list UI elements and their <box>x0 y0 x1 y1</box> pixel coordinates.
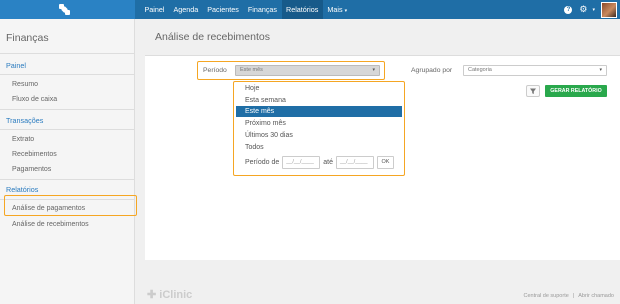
ok-button[interactable]: OK <box>376 155 394 169</box>
divider <box>0 179 135 180</box>
chevron-down-icon: ▾ <box>599 67 602 73</box>
chevron-down-icon: ▾ <box>344 8 348 14</box>
nav-financas[interactable]: Finanças <box>243 0 281 19</box>
main-nav: Painel Agenda Pacientes Finanças Relatór… <box>140 0 352 19</box>
settings-chevron-icon[interactable]: ▾ <box>592 7 595 13</box>
divider <box>0 53 135 54</box>
top-navbar: Painel Agenda Pacientes Finanças Relatór… <box>0 0 620 19</box>
sidebar-title: Finanças <box>6 32 49 44</box>
dropdown-option-este-mes[interactable]: Este mês <box>236 106 402 117</box>
sidebar-item-pagamentos[interactable]: Pagamentos <box>12 166 51 173</box>
agrupado-label: Agrupado por <box>411 67 453 74</box>
avatar[interactable] <box>601 1 617 18</box>
logo-icon <box>59 4 70 15</box>
agrupado-select[interactable]: Categoria ▾ <box>463 65 607 76</box>
page-title: Análise de recebimentos <box>155 31 270 43</box>
date-from-input[interactable]: __/__/____ <box>282 155 321 169</box>
sidebar-section-transacoes[interactable]: Transações <box>6 116 43 125</box>
support-link[interactable]: Central de suporte <box>524 293 569 299</box>
dropdown-option-ultimos-30-dias[interactable]: Últimos 30 dias <box>236 130 402 141</box>
sidebar-item-resumo[interactable]: Resumo <box>12 81 38 88</box>
divider <box>0 74 135 75</box>
periodo-select-value: Este mês <box>240 67 263 73</box>
date-range-row: Período de __/__/____ até __/__/____ OK <box>245 155 394 169</box>
sidebar: Finanças Painel Resumo Fluxo de caixa Tr… <box>0 19 135 304</box>
divider <box>0 129 135 130</box>
logo-area[interactable] <box>0 0 135 19</box>
nav-pacientes[interactable]: Pacientes <box>203 0 244 19</box>
nav-agenda[interactable]: Agenda <box>169 0 203 19</box>
footer-links: Central de suporte | Abrir chamado <box>524 293 614 299</box>
filter-icon <box>530 88 536 94</box>
footer-brand-text: iClinic <box>159 289 193 301</box>
footer-logo-icon: ✚ <box>147 289 160 301</box>
nav-relatorios[interactable]: Relatórios <box>281 0 323 19</box>
sidebar-item-extrato[interactable]: Extrato <box>12 136 34 143</box>
range-label: Período de <box>245 158 280 166</box>
date-to-input[interactable]: __/__/____ <box>335 155 374 169</box>
periodo-select[interactable]: Este mês ▾ <box>235 65 380 76</box>
sidebar-section-painel[interactable]: Painel <box>6 61 26 70</box>
divider <box>0 109 135 110</box>
dropdown-option-hoje[interactable]: Hoje <box>236 83 402 94</box>
sidebar-item-recebimentos[interactable]: Recebimentos <box>12 151 57 158</box>
generate-report-button[interactable]: GERAR RELATÓRIO <box>545 85 607 97</box>
footer-brand: ✚ iClinic <box>147 288 192 301</box>
agrupado-select-value: Categoria <box>468 67 492 73</box>
sidebar-section-relatorios[interactable]: Relatórios <box>6 185 38 194</box>
dropdown-option-proximo-mes[interactable]: Próximo mês <box>236 118 402 129</box>
nav-mais[interactable]: Mais ▾ <box>323 0 352 19</box>
nav-painel[interactable]: Painel <box>140 0 169 19</box>
dropdown-option-esta-semana[interactable]: Esta semana <box>236 95 402 106</box>
dropdown-option-todos[interactable]: Todos <box>236 142 402 153</box>
gear-icon[interactable]: ⚙ <box>579 5 587 14</box>
nav-mais-label: Mais <box>327 5 343 14</box>
nav-right: ? ⚙ ▾ <box>564 0 620 19</box>
periodo-dropdown-menu: Hoje Esta semana Este mês Próximo mês Úl… <box>233 81 405 176</box>
sidebar-item-fluxo-de-caixa[interactable]: Fluxo de caixa <box>12 96 57 103</box>
periodo-label: Período <box>203 67 227 74</box>
filter-button[interactable] <box>526 85 540 97</box>
chevron-down-icon: ▾ <box>372 67 375 73</box>
help-icon[interactable]: ? <box>564 5 573 14</box>
footer-separator: | <box>572 293 575 299</box>
range-to-label: até <box>323 158 333 166</box>
open-ticket-link[interactable]: Abrir chamado <box>578 293 614 299</box>
sidebar-item-analise-de-recebimentos[interactable]: Análise de recebimentos <box>12 221 89 228</box>
sidebar-active-highlight <box>4 195 137 216</box>
